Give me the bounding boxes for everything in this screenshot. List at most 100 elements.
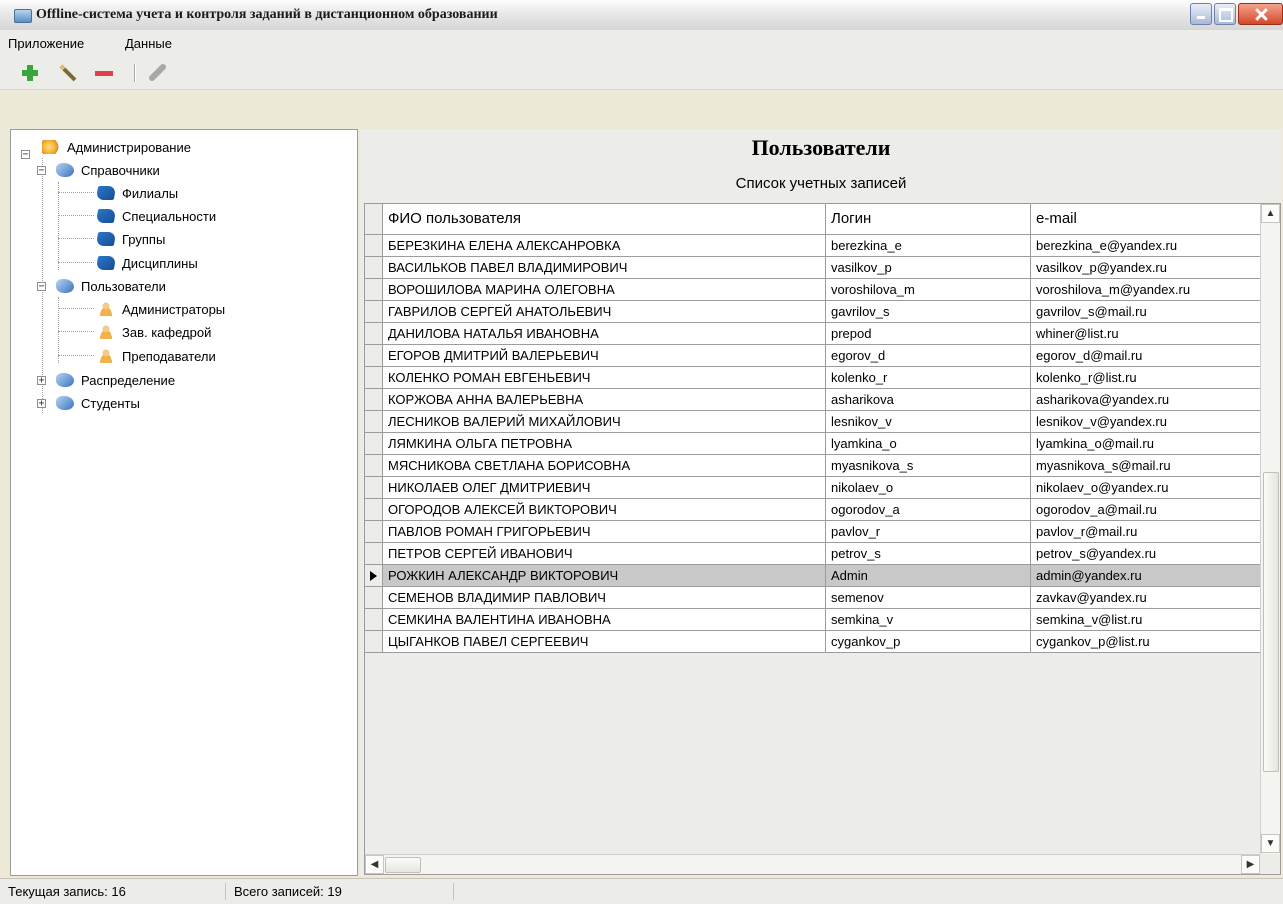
row-selector[interactable] [365,587,383,609]
collapse-toggle[interactable]: − [37,165,46,175]
tree-node-admin[interactable]: − Администрирование [21,136,191,159]
table-row[interactable]: ЛЯМКИНА ОЛЬГА ПЕТРОВНА lyamkina_o lyamkina… [365,433,1261,455]
table-row[interactable]: ЕГОРОВ ДМИТРИЙ ВАЛЕРЬЕВИЧ egorov_d egorov_… [365,345,1261,367]
cell-email[interactable]: zavkav@yandex.ru [1031,587,1261,609]
expand-toggle[interactable]: + [37,375,46,385]
table-row[interactable]: СЕМКИНА ВАЛЕНТИНА ИВАНОВНА semkina_v semki… [365,609,1261,631]
tree-node-users[interactable]: − Пользователи [37,275,166,297]
cell-login[interactable]: pavlov_r [826,521,1031,543]
cell-email[interactable]: berezkina_e@yandex.ru [1031,235,1261,257]
cell-email[interactable]: semkina_v@list.ru [1031,609,1261,631]
scroll-right-button[interactable]: ▶ [1241,855,1260,874]
vertical-scrollbar[interactable]: ▲ ▼ [1260,204,1280,854]
cell-login[interactable]: voroshilova_m [826,279,1031,301]
scroll-down-button[interactable]: ▼ [1261,834,1280,853]
cell-full-name[interactable]: ПЕТРОВ СЕРГЕЙ ИВАНОВИЧ [383,543,826,565]
column-header-name[interactable]: ФИО пользователя [383,204,826,234]
table-row[interactable]: ВОРОШИЛОВА МАРИНА ОЛЕГОВНА voroshilova_m v… [365,279,1261,301]
cell-login[interactable]: egorov_d [826,345,1031,367]
cell-login[interactable]: petrov_s [826,543,1031,565]
cell-full-name[interactable]: ПАВЛОВ РОМАН ГРИГОРЬЕВИЧ [383,521,826,543]
vertical-scroll-thumb[interactable] [1263,472,1279,772]
cell-full-name[interactable]: ВОРОШИЛОВА МАРИНА ОЛЕГОВНА [383,279,826,301]
cell-login[interactable]: prepod [826,323,1031,345]
tree-item-specialties[interactable]: Специальности [95,205,216,227]
cell-login[interactable]: gavrilov_s [826,301,1031,323]
row-selector[interactable] [365,323,383,345]
table-row[interactable]: СЕМЕНОВ ВЛАДИМИР ПАВЛОВИЧ semenov zavkav@y… [365,587,1261,609]
maximize-button[interactable] [1214,3,1236,25]
cell-full-name[interactable]: ЛЯМКИНА ОЛЬГА ПЕТРОВНА [383,433,826,455]
scroll-left-button[interactable]: ◀ [365,855,384,874]
collapse-toggle[interactable]: − [37,281,46,291]
current-row-indicator[interactable] [365,565,383,587]
tree-node-distribution[interactable]: + Распределение [37,369,175,391]
cell-email[interactable]: kolenko_r@list.ru [1031,367,1261,389]
cell-email[interactable]: lyamkina_o@mail.ru [1031,433,1261,455]
cell-full-name[interactable]: БЕРЕЗКИНА ЕЛЕНА АЛЕКСАНРОВКА [383,235,826,257]
cell-email[interactable]: petrov_s@yandex.ru [1031,543,1261,565]
cell-full-name[interactable]: СЕМКИНА ВАЛЕНТИНА ИВАНОВНА [383,609,826,631]
tree-item-teachers[interactable]: Преподаватели [97,345,216,367]
cell-login[interactable]: nikolaev_o [826,477,1031,499]
cell-email[interactable]: ogorodov_a@mail.ru [1031,499,1261,521]
eraser-button[interactable] [146,62,170,84]
table-row[interactable]: ПЕТРОВ СЕРГЕЙ ИВАНОВИЧ petrov_s petrov_s@y… [365,543,1261,565]
row-selector[interactable] [365,235,383,257]
tree-node-references[interactable]: − Справочники [37,159,160,181]
row-selector[interactable] [365,609,383,631]
row-selector[interactable] [365,433,383,455]
table-row[interactable]: ОГОРОДОВ АЛЕКСЕЙ ВИКТОРОВИЧ ogorodov_a ogo… [365,499,1261,521]
row-selector[interactable] [365,521,383,543]
table-row[interactable]: РОЖКИН АЛЕКСАНДР ВИКТОРОВИЧ Admin admin@ya… [365,565,1261,587]
cell-login[interactable]: lyamkina_o [826,433,1031,455]
cell-full-name[interactable]: ОГОРОДОВ АЛЕКСЕЙ ВИКТОРОВИЧ [383,499,826,521]
cell-email[interactable]: asharikova@yandex.ru [1031,389,1261,411]
cell-email[interactable]: admin@yandex.ru [1031,565,1261,587]
row-selector[interactable] [365,455,383,477]
row-selector[interactable] [365,543,383,565]
cell-full-name[interactable]: ВАСИЛЬКОВ ПАВЕЛ ВЛАДИМИРОВИЧ [383,257,826,279]
collapse-toggle[interactable]: − [21,149,30,159]
cell-email[interactable]: egorov_d@mail.ru [1031,345,1261,367]
cell-email[interactable]: whiner@list.ru [1031,323,1261,345]
tree-item-branches[interactable]: Филиалы [95,182,178,204]
cell-login[interactable]: ogorodov_a [826,499,1031,521]
cell-login[interactable]: asharikova [826,389,1031,411]
horizontal-scrollbar[interactable]: ◀ ▶ [365,854,1260,874]
add-button[interactable] [18,62,42,84]
table-row[interactable]: ВАСИЛЬКОВ ПАВЕЛ ВЛАДИМИРОВИЧ vasilkov_p va… [365,257,1261,279]
cell-full-name[interactable]: ЦЫГАНКОВ ПАВЕЛ СЕРГЕЕВИЧ [383,631,826,653]
table-row[interactable]: ЦЫГАНКОВ ПАВЕЛ СЕРГЕЕВИЧ cygankov_p cygank… [365,631,1261,653]
cell-full-name[interactable]: КОЛЕНКО РОМАН ЕВГЕНЬЕВИЧ [383,367,826,389]
cell-email[interactable]: cygankov_p@list.ru [1031,631,1261,653]
title-bar[interactable]: Offline-система учета и контроля заданий… [0,0,1283,31]
row-selector[interactable] [365,367,383,389]
table-row[interactable]: ДАНИЛОВА НАТАЛЬЯ ИВАНОВНА prepod whiner@li… [365,323,1261,345]
cell-login[interactable]: kolenko_r [826,367,1031,389]
row-selector[interactable] [365,631,383,653]
table-row[interactable]: КОЛЕНКО РОМАН ЕВГЕНЬЕВИЧ kolenko_r kolenko… [365,367,1261,389]
navigation-tree[interactable]: − Администрирование − Справочники Филиал… [10,129,358,876]
row-selector[interactable] [365,301,383,323]
cell-full-name[interactable]: РОЖКИН АЛЕКСАНДР ВИКТОРОВИЧ [383,565,826,587]
tree-item-department-heads[interactable]: Зав. кафедрой [97,321,211,343]
cell-full-name[interactable]: ГАВРИЛОВ СЕРГЕЙ АНАТОЛЬЕВИЧ [383,301,826,323]
tree-item-disciplines[interactable]: Дисциплины [95,252,198,274]
cell-full-name[interactable]: ДАНИЛОВА НАТАЛЬЯ ИВАНОВНА [383,323,826,345]
cell-email[interactable]: gavrilov_s@mail.ru [1031,301,1261,323]
row-selector[interactable] [365,411,383,433]
cell-login[interactable]: Admin [826,565,1031,587]
cell-full-name[interactable]: СЕМЕНОВ ВЛАДИМИР ПАВЛОВИЧ [383,587,826,609]
cell-login[interactable]: semenov [826,587,1031,609]
cell-login[interactable]: cygankov_p [826,631,1031,653]
cell-login[interactable]: lesnikov_v [826,411,1031,433]
cell-full-name[interactable]: КОРЖОВА АННА ВАЛЕРЬЕВНА [383,389,826,411]
cell-email[interactable]: lesnikov_v@yandex.ru [1031,411,1261,433]
scroll-up-button[interactable]: ▲ [1261,204,1280,223]
row-selector[interactable] [365,477,383,499]
expand-toggle[interactable]: + [37,398,46,408]
cell-email[interactable]: myasnikova_s@mail.ru [1031,455,1261,477]
cell-email[interactable]: pavlov_r@mail.ru [1031,521,1261,543]
edit-button[interactable] [56,62,80,84]
